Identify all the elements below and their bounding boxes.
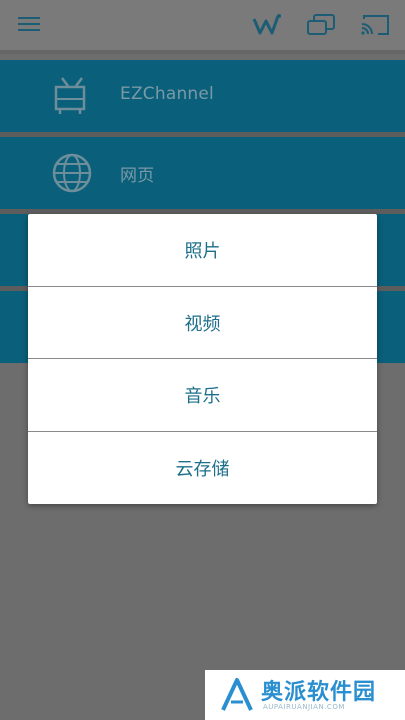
top-bar	[0, 0, 405, 54]
option-videos[interactable]: 视频	[28, 287, 377, 359]
tv-icon	[48, 74, 96, 118]
watermark-logo-icon	[219, 676, 255, 712]
media-picker-dialog: 照片 视频 音乐 云存储	[28, 214, 377, 504]
wifi-connect-icon[interactable]	[250, 10, 284, 40]
menu-icon[interactable]	[14, 10, 48, 40]
globe-icon	[48, 151, 96, 195]
watermark: 奥派软件园 AUPAIRUANJIAN.COM	[205, 670, 405, 720]
option-music[interactable]: 音乐	[28, 359, 377, 431]
cast-icon[interactable]	[358, 10, 392, 40]
screen-mirror-icon[interactable]	[304, 10, 338, 40]
option-cloud-storage[interactable]: 云存储	[28, 432, 377, 504]
list-item-web[interactable]: 网页	[0, 137, 405, 209]
watermark-subtext: AUPAIRUANJIAN.COM	[263, 703, 345, 711]
watermark-brand: 奥派软件园	[261, 680, 377, 705]
option-photos[interactable]: 照片	[28, 214, 377, 286]
list-item-label: 网页	[120, 166, 155, 186]
list-item-label: EZChannel	[120, 84, 214, 104]
list-item-ezchannel[interactable]: EZChannel	[0, 60, 405, 132]
